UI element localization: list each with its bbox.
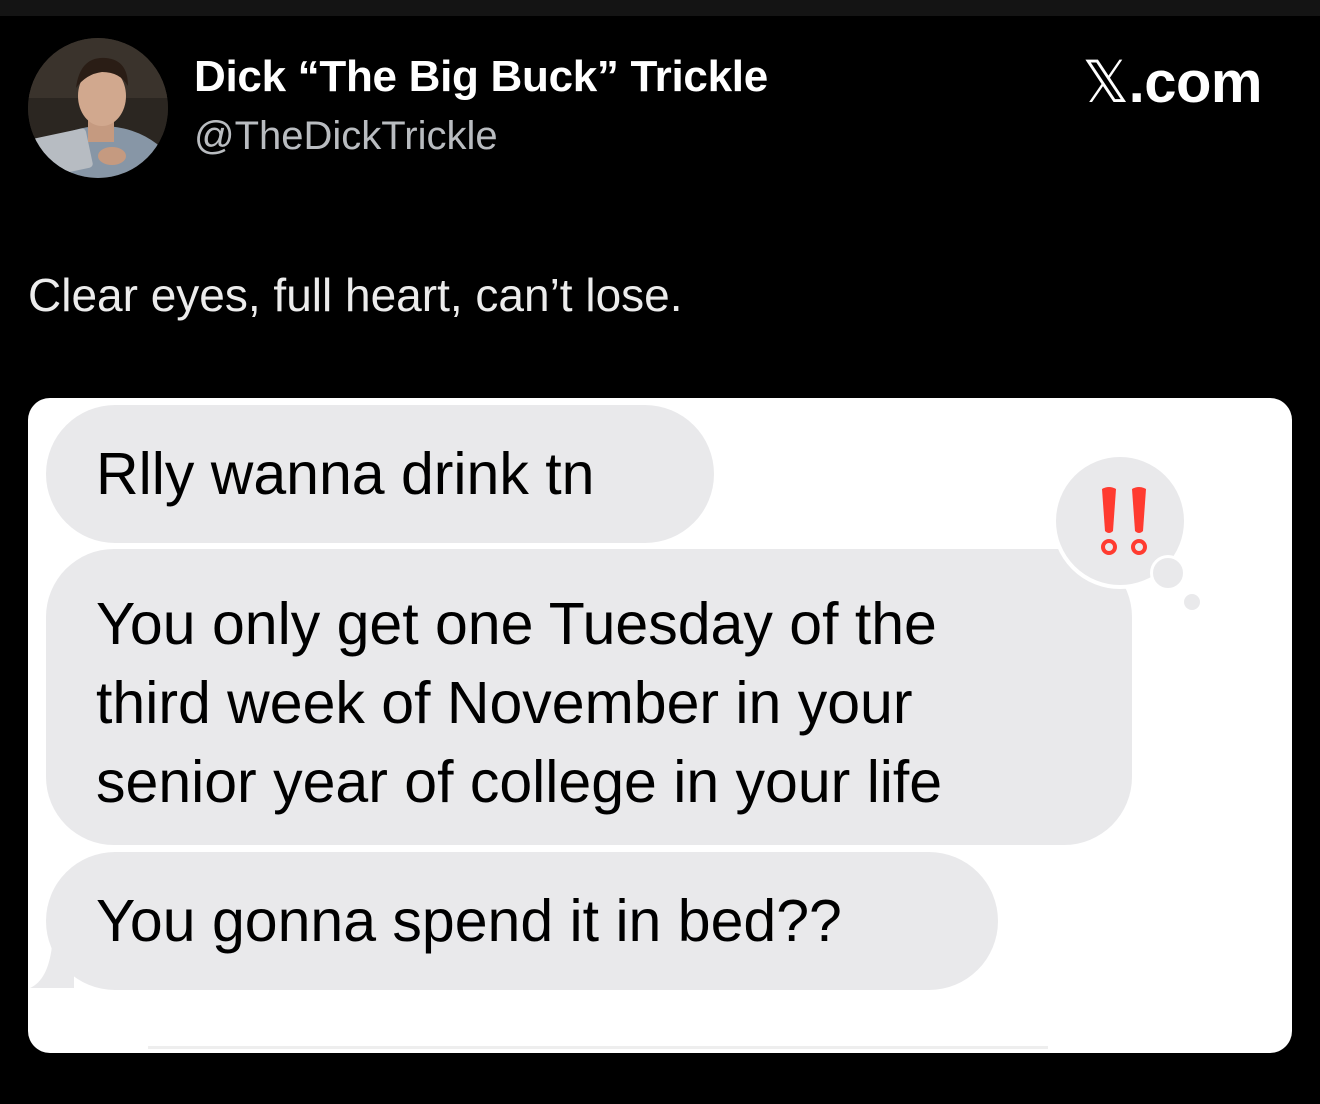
message-line: third week of November in your xyxy=(96,670,913,736)
avatar[interactable] xyxy=(28,38,168,178)
message-bubble: You gonna spend it in bed?? xyxy=(46,852,998,990)
domain-suffix: .com xyxy=(1128,50,1263,115)
x-com-watermark: 𝕏.com xyxy=(1082,48,1262,116)
message-text: You gonna spend it in bed?? xyxy=(96,888,842,954)
message-bubble: Rlly wanna drink tn xyxy=(46,405,714,543)
x-logo-icon: 𝕏 xyxy=(1082,48,1129,116)
divider xyxy=(148,1046,1048,1049)
author-handle[interactable]: @TheDickTrickle xyxy=(194,114,498,159)
top-edge-bar xyxy=(0,0,1320,16)
message-bubble: You only get one Tuesday of the third we… xyxy=(46,549,1132,845)
reaction-dot-large xyxy=(1150,555,1186,591)
message-line: You only get one Tuesday of the xyxy=(96,591,937,657)
tweet-text: Clear eyes, full heart, can’t lose. xyxy=(28,269,683,321)
avatar-image xyxy=(28,38,168,178)
reaction-dot-small xyxy=(1184,594,1200,610)
author-name[interactable]: Dick “The Big Buck” Trickle xyxy=(194,52,768,102)
message-line: senior year of college in your life xyxy=(96,749,943,815)
screenshot-card[interactable]: Rlly wanna drink tn You only get one Tue… xyxy=(28,398,1292,1053)
double-exclamation-icon xyxy=(1101,487,1147,555)
message-text: Rlly wanna drink tn xyxy=(96,441,595,507)
